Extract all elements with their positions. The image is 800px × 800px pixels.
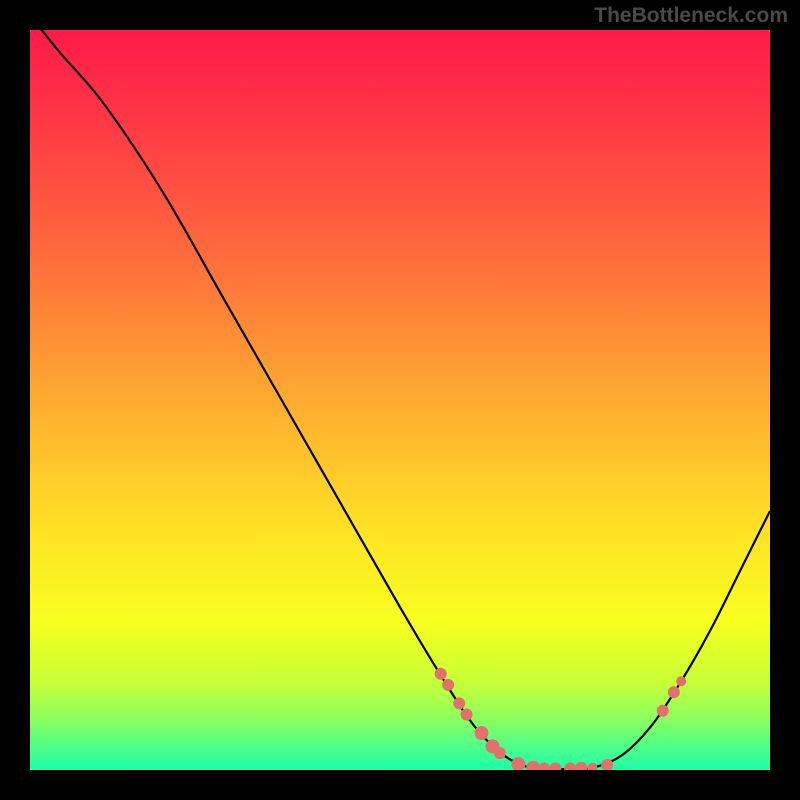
data-marker bbox=[435, 668, 447, 680]
data-marker bbox=[587, 763, 597, 773]
data-marker bbox=[668, 686, 680, 698]
data-marker bbox=[676, 676, 686, 686]
data-marker bbox=[442, 679, 454, 691]
watermark-text: TheBottleneck.com bbox=[594, 4, 788, 28]
data-marker bbox=[526, 761, 540, 775]
data-marker bbox=[494, 747, 506, 759]
data-marker bbox=[549, 763, 561, 775]
bottleneck-chart bbox=[0, 0, 800, 800]
data-marker bbox=[575, 762, 587, 774]
data-marker bbox=[474, 726, 488, 740]
data-marker bbox=[511, 757, 525, 771]
gradient-background bbox=[30, 30, 770, 770]
data-marker bbox=[601, 759, 613, 771]
data-marker bbox=[564, 763, 576, 775]
data-marker bbox=[538, 763, 550, 775]
chart-container: TheBottleneck.com bbox=[0, 0, 800, 800]
data-marker bbox=[657, 705, 669, 717]
data-marker bbox=[453, 697, 465, 709]
data-marker bbox=[461, 709, 473, 721]
